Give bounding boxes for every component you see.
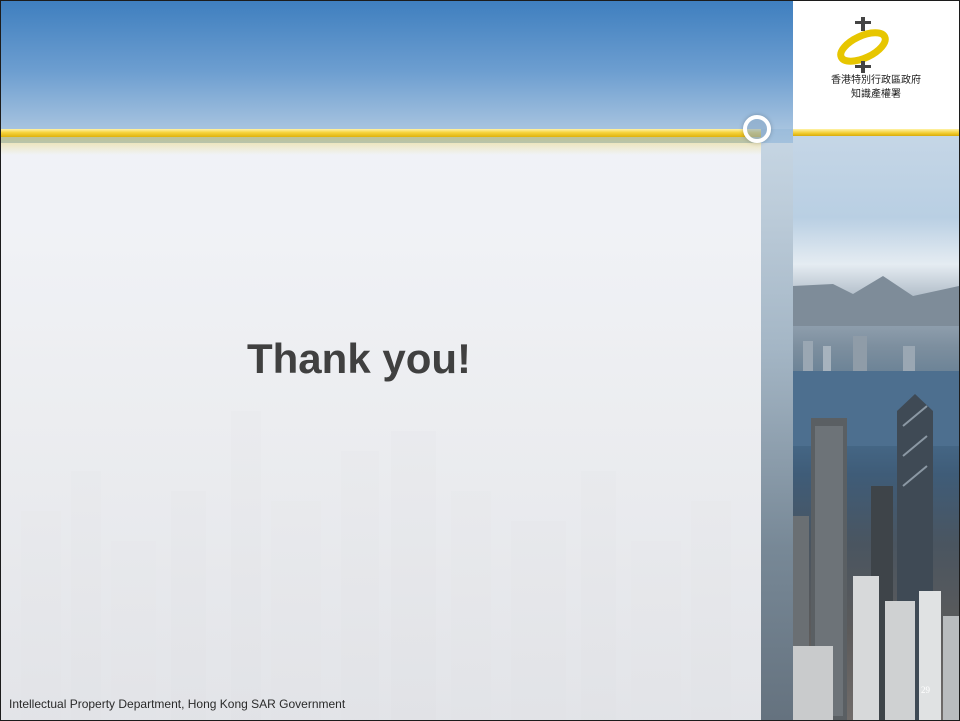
- header-band: [1, 1, 793, 129]
- logo-text-line2: 知識產權署: [851, 89, 901, 100]
- city-buildings: [793, 276, 959, 720]
- page-number: 29: [921, 685, 930, 695]
- slide-footer: Intellectual Property Department, Hong K…: [9, 697, 346, 711]
- gold-divider-right: [793, 129, 959, 136]
- side-strip: [761, 143, 793, 720]
- logo-area: 香港特別行政區政府 知識產權署: [793, 1, 959, 129]
- slide-title: Thank you!: [247, 335, 472, 382]
- gold-divider: [1, 129, 761, 137]
- ring-ornament-icon: [743, 115, 771, 143]
- logo-text-line1: 香港特別行政區政府: [831, 75, 921, 86]
- city-photo: [793, 136, 959, 720]
- content-panel: [1, 143, 761, 720]
- hksar-emblem-icon: [837, 17, 889, 73]
- slide: 香港特別行政區政府 知識產權署 Thank you! Intellectual …: [0, 0, 960, 721]
- gold-divider-glow: [1, 137, 761, 155]
